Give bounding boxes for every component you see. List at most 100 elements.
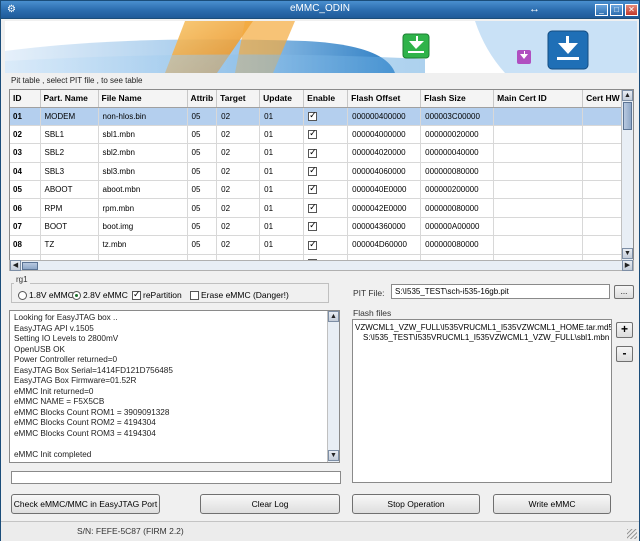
checkbox-checked-icon	[132, 289, 141, 301]
cell-size: 000000080000	[420, 162, 495, 182]
cell-size: 000000020000	[420, 125, 495, 145]
log-scroll-down-icon[interactable]: ▼	[328, 450, 339, 461]
checkbox-checked-icon[interactable]	[308, 220, 318, 232]
table-row[interactable]: 03SBL2sbl2.mbn050201 00000402000000000004…	[10, 143, 628, 163]
column-header[interactable]: Attrib	[187, 90, 218, 108]
checkbox-checked-icon[interactable]	[308, 147, 318, 158]
cell-attrib: 05	[187, 235, 218, 255]
cell-update: 01	[259, 143, 305, 163]
check-emmc-button[interactable]: Check eMMC/MMC in EasyJTAG Port	[11, 494, 160, 514]
cell-offset: 000004060000	[347, 162, 422, 182]
cell-part: ABOOT	[40, 180, 99, 200]
checkbox-checked-icon[interactable]	[308, 183, 318, 195]
stop-operation-button[interactable]: Stop Operation	[352, 494, 480, 514]
scroll-left-icon[interactable]: ◀	[10, 260, 21, 271]
table-row[interactable]: 05ABOOTaboot.mbn0502010000040E0000000000…	[10, 180, 628, 200]
enable-cell	[303, 143, 349, 163]
table-row[interactable]: 08TZtz.mbn050201 000004D60000000000080000	[10, 235, 628, 255]
column-header[interactable]: Target	[216, 90, 261, 108]
close-button[interactable]: ✕	[625, 4, 638, 16]
column-header[interactable]: Main Cert ID	[493, 90, 584, 108]
remove-file-button[interactable]: -	[616, 346, 633, 362]
column-header[interactable]: Flash Offset	[347, 90, 422, 108]
table-row[interactable]: 01MODEMnon-hlos.bin050201000000400000000…	[10, 107, 628, 126]
voltage-2v8-label: 2.8V eMMC	[83, 290, 128, 300]
add-file-button[interactable]: +	[616, 322, 633, 338]
log-output[interactable]: Looking for EasyJTAG box .. EasyJTAG API …	[9, 310, 340, 463]
table-row[interactable]: 02SBL1sbl1.mbn05020100000400000000000002…	[10, 125, 628, 145]
cell-file: tz.mbn	[98, 235, 188, 255]
flash-file-item[interactable]: VZWCML1_VZW_FULL\I535VRUCML1_I535VZWCML1…	[355, 323, 611, 333]
flash-file-item[interactable]: S:\I535_TEST\I535VRUCML1_I535VZWCML1_VZW…	[355, 333, 609, 343]
voltage-1v8-radio[interactable]: 1.8V eMMC	[18, 290, 74, 301]
log-scroll-up-icon[interactable]: ▲	[328, 311, 339, 322]
enable-cell	[303, 217, 349, 237]
cell-size: 000000080000	[420, 235, 495, 255]
table-horizontal-scrollbar[interactable]: ◀ ▶	[9, 260, 634, 271]
checkbox-checked-icon[interactable]	[308, 165, 318, 177]
log-vertical-scrollbar[interactable]: ▲ ▼	[327, 311, 339, 462]
cell-size: 000000200000	[420, 180, 495, 200]
table-scroll-thumb[interactable]	[623, 102, 632, 130]
download-purple-icon	[517, 50, 531, 64]
cell-target: 02	[216, 143, 261, 163]
app-window: ⚙ eMMC_ODIN ↔ _ □ ✕ Pit table , select P…	[0, 0, 640, 541]
scroll-down-icon[interactable]: ▼	[622, 248, 633, 259]
write-emmc-button[interactable]: Write eMMC	[493, 494, 611, 514]
pit-table-label: Pit table , select PIT file , to see tab…	[11, 76, 143, 85]
column-header[interactable]: Flash Size	[420, 90, 495, 108]
resize-grip-icon[interactable]	[627, 529, 637, 539]
table-row[interactable]: 06RPMrpm.mbn050201 0000042E00000000000800…	[10, 198, 628, 218]
cell-file: boot.img	[98, 217, 188, 237]
log-line: EasyJTAG Box Firmware=01.52R	[14, 376, 137, 385]
radio-checked-icon	[72, 291, 81, 301]
scroll-up-icon[interactable]: ▲	[622, 90, 633, 101]
column-header[interactable]: File Name	[98, 90, 188, 108]
checkbox-checked-icon[interactable]	[308, 110, 318, 121]
cell-update: 01	[259, 125, 305, 145]
cell-offset: 000004000000	[347, 125, 422, 145]
enable-cell	[303, 198, 349, 218]
scroll-right-icon[interactable]: ▶	[622, 260, 633, 271]
minimize-button[interactable]: _	[595, 4, 608, 16]
column-header[interactable]: Update	[259, 90, 305, 108]
cell-target: 02	[216, 107, 261, 126]
cell-part: SBL1	[40, 125, 99, 145]
cell-id: 05	[10, 180, 41, 200]
log-line: eMMC Init completed	[14, 449, 92, 459]
erase-emmc-checkbox[interactable]: Erase eMMC (Danger!)	[190, 290, 289, 301]
cell-attrib: 05	[187, 217, 218, 237]
main-cert-cell	[493, 180, 584, 200]
column-header[interactable]: Part. Name	[40, 90, 99, 108]
checkbox-checked-icon[interactable]	[308, 128, 318, 140]
main-cert-cell	[493, 125, 584, 145]
column-header[interactable]: ID	[10, 90, 41, 108]
table-row[interactable]: 04SBL3sbl3.mbn050201 00000406000000000008…	[10, 162, 628, 182]
voltage-2v8-radio[interactable]: 2.8V eMMC	[72, 290, 128, 301]
table-row[interactable]: 07BOOTboot.img050201 000004360000000000A0…	[10, 217, 628, 237]
pit-table[interactable]: ID Part. Name File Name Attrib Target Update E…	[9, 89, 634, 261]
cell-offset: 000000400000	[347, 107, 422, 126]
horizontal-scroll-thumb[interactable]	[22, 262, 38, 270]
title-bar[interactable]: ⚙ eMMC_ODIN ↔ _ □ ✕	[1, 1, 639, 19]
download-blue-icon	[547, 30, 589, 70]
log-line: EasyJTAG API v.1505	[14, 323, 94, 333]
flash-files-label: Flash files	[353, 308, 392, 318]
clear-log-button[interactable]: Clear Log	[200, 494, 340, 514]
maximize-button[interactable]: □	[610, 4, 623, 16]
pit-file-input[interactable]: S:\I535_TEST\sch-i535-16gb.pit	[391, 284, 610, 299]
cell-file: sbl3.mbn	[98, 162, 188, 182]
cell-offset: 000004360000	[347, 217, 422, 237]
cell-update: 01	[259, 235, 305, 255]
browse-pit-button[interactable]: ...	[614, 285, 634, 299]
cell-file: sbl1.mbn	[98, 125, 188, 145]
checkbox-checked-icon[interactable]	[308, 239, 318, 250]
flash-files-list[interactable]: VZWCML1_VZW_FULL\I535VRUCML1_I535VZWCML1…	[352, 319, 612, 483]
table-vertical-scrollbar[interactable]: ▲ ▼	[621, 90, 633, 260]
checkbox-checked-icon[interactable]	[308, 202, 318, 213]
cell-part: SBL3	[40, 162, 99, 182]
column-header[interactable]: Enable	[303, 90, 349, 108]
cell-attrib: 05	[187, 162, 218, 182]
repartition-checkbox[interactable]: rePartition	[132, 289, 182, 301]
